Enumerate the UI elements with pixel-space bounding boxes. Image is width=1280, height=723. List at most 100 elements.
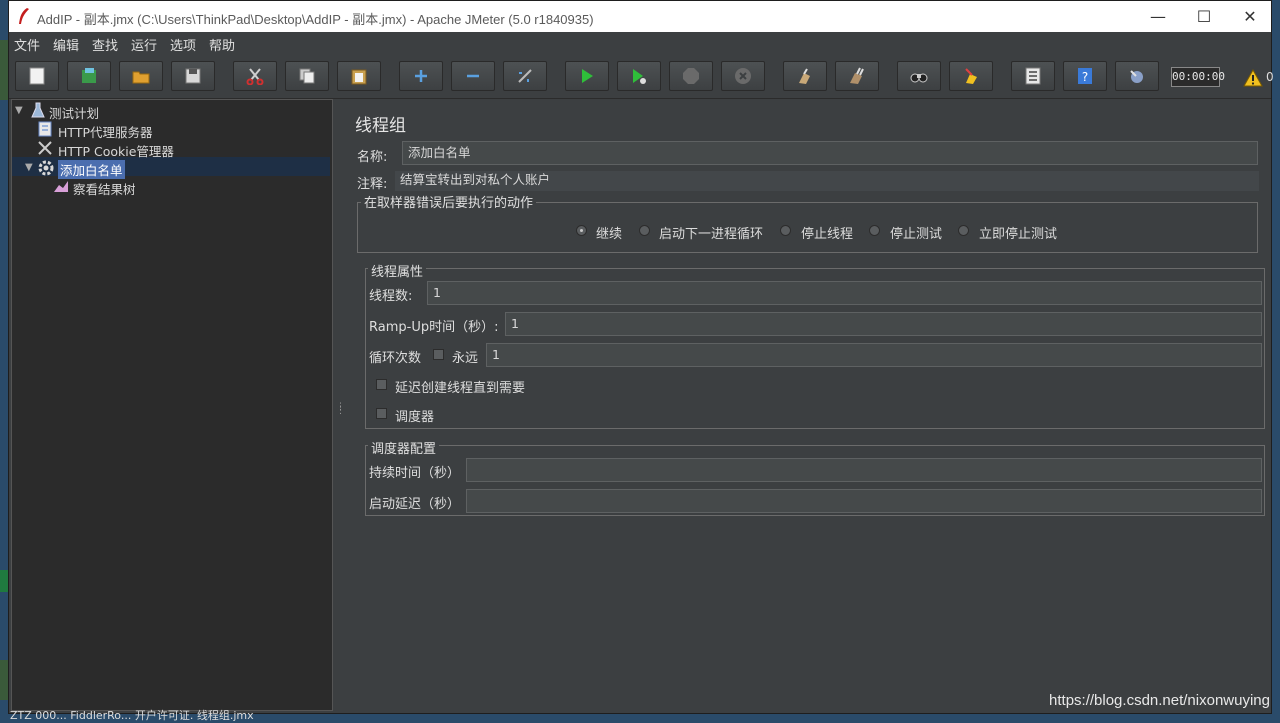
thread-group-panel: 线程组 名称: 添加白名单 注释: 结算宝转出到对私个人账户 在取样器错误后要执… xyxy=(343,99,1271,713)
threads-input[interactable]: 1 xyxy=(427,281,1262,305)
binoculars-icon xyxy=(910,73,928,83)
menu-run[interactable]: 运行 xyxy=(131,35,157,54)
scheduler-checkbox[interactable] xyxy=(376,408,387,419)
expand-button[interactable] xyxy=(399,61,443,91)
open-folder-icon xyxy=(132,71,150,84)
elapsed-timer: 00:00:00 xyxy=(1171,67,1225,87)
tree-collapse-arrow[interactable]: ▼ xyxy=(15,105,23,116)
menu-file[interactable]: 文件 xyxy=(14,35,40,54)
start-button[interactable] xyxy=(565,61,609,91)
threads-label: 线程数: xyxy=(369,289,413,304)
copy-button[interactable] xyxy=(285,61,329,91)
radio-stop-test-now[interactable] xyxy=(958,225,969,236)
cut-button[interactable] xyxy=(233,61,277,91)
tree-label: 添加白名单 xyxy=(58,160,125,179)
tree-item-results-tree[interactable]: 察看结果树 xyxy=(15,178,315,197)
radio-continue[interactable] xyxy=(576,225,587,236)
tree-label: HTTP Cookie管理器 xyxy=(58,144,174,159)
radio-label-continue: 继续 xyxy=(596,227,623,242)
comment-input[interactable]: 结算宝转出到对私个人账户 xyxy=(395,171,1259,191)
duration-input[interactable] xyxy=(466,458,1262,482)
title-bar: AddIP - 副本.jmx (C:\Users\ThinkPad\Deskto… xyxy=(9,1,1271,32)
radio-label-stop-thread: 停止线程 xyxy=(801,227,854,242)
forever-checkbox[interactable] xyxy=(433,349,444,360)
startup-delay-input[interactable] xyxy=(466,489,1262,513)
proxy-server-icon xyxy=(38,121,52,137)
tree-item-cookie-manager[interactable]: HTTP Cookie管理器 xyxy=(15,140,315,159)
reset-search-broom-icon xyxy=(965,68,977,84)
loop-count-input[interactable]: 1 xyxy=(486,343,1262,367)
maximize-button[interactable]: ☐ xyxy=(1181,1,1227,32)
panel-title: 线程组 xyxy=(355,116,406,136)
name-input[interactable]: 添加白名单 xyxy=(402,141,1258,165)
paste-clipboard-icon xyxy=(351,69,367,85)
menu-search[interactable]: 查找 xyxy=(92,35,118,54)
duration-label: 持续时间（秒） xyxy=(369,466,461,481)
panel-splitter[interactable]: ⋮ ⋮ xyxy=(333,99,345,711)
menu-edit[interactable]: 编辑 xyxy=(53,35,79,54)
watermark: https://blog.csdn.net/nixonwuying xyxy=(1049,692,1270,709)
minus-icon xyxy=(467,74,479,78)
radio-label-stop-test: 停止测试 xyxy=(890,227,943,242)
new-file-icon xyxy=(29,67,45,85)
close-button[interactable]: ✕ xyxy=(1227,1,1273,32)
help-question-icon: ? xyxy=(1078,68,1092,84)
flask-icon xyxy=(31,102,45,118)
help-button[interactable]: ? xyxy=(1063,61,1107,91)
paste-button[interactable] xyxy=(337,61,381,91)
rampup-input[interactable]: 1 xyxy=(505,312,1262,336)
new-button[interactable] xyxy=(15,61,59,91)
taskbar-items: ZTZ 000... FiddlerRo... 开户许可证. 线程组.jmx xyxy=(10,709,254,722)
open-button[interactable] xyxy=(119,61,163,91)
clear-all-button[interactable] xyxy=(835,61,879,91)
menu-bar: 文件 编辑 查找 运行 选项 帮助 xyxy=(9,32,1271,54)
search-button[interactable] xyxy=(897,61,941,91)
tree-item-http-proxy[interactable]: HTTP代理服务器 xyxy=(15,121,315,140)
tree-collapse-arrow[interactable]: ▼ xyxy=(25,162,33,173)
toggle-button[interactable] xyxy=(503,61,547,91)
results-graph-icon xyxy=(54,181,68,192)
tree-label: 测试计划 xyxy=(49,106,100,121)
menu-help[interactable]: 帮助 xyxy=(209,35,235,54)
radio-stop-thread[interactable] xyxy=(780,225,791,236)
collapse-button[interactable] xyxy=(451,61,495,91)
radio-start-next-loop[interactable] xyxy=(639,225,650,236)
startup-delay-label: 启动延迟（秒） xyxy=(369,497,461,512)
tools-icon xyxy=(38,141,52,155)
radio-label-start-next-loop: 启动下一进程循环 xyxy=(659,227,764,242)
warning-icon[interactable] xyxy=(1243,69,1263,87)
tree-label: HTTP代理服务器 xyxy=(58,125,153,140)
remote-button[interactable] xyxy=(1115,61,1159,91)
shutdown-icon xyxy=(735,68,751,84)
name-label: 名称: xyxy=(357,150,388,165)
list-icon xyxy=(1025,67,1041,85)
templates-button[interactable] xyxy=(67,61,111,91)
menu-options[interactable]: 选项 xyxy=(170,35,196,54)
copy-icon xyxy=(299,68,315,84)
save-button[interactable] xyxy=(171,61,215,91)
shutdown-button[interactable] xyxy=(721,61,765,91)
function-helper-button[interactable] xyxy=(1011,61,1055,91)
tree-item-test-plan[interactable]: ▼ 测试计划 xyxy=(15,102,315,121)
delay-thread-creation-checkbox[interactable] xyxy=(376,379,387,390)
stop-button[interactable] xyxy=(669,61,713,91)
broom-all-icon xyxy=(850,67,864,84)
start-no-pauses-button[interactable] xyxy=(617,61,661,91)
minimize-button[interactable]: — xyxy=(1135,1,1181,32)
tree-item-thread-group[interactable]: ▼ 添加白名单 xyxy=(15,159,315,179)
reset-search-button[interactable] xyxy=(949,61,993,91)
svg-text:?: ? xyxy=(1082,70,1088,84)
thread-properties-title: 线程属性 xyxy=(368,261,427,280)
window-title: AddIP - 副本.jmx (C:\Users\ThinkPad\Deskto… xyxy=(37,12,594,27)
stop-icon xyxy=(683,68,699,84)
radio-stop-test[interactable] xyxy=(869,225,880,236)
warning-count: 0 xyxy=(1266,70,1274,84)
clear-button[interactable] xyxy=(783,61,827,91)
loop-count-label: 循环次数 xyxy=(369,351,422,366)
tree-label: 察看结果树 xyxy=(73,182,136,197)
comment-label: 注释: xyxy=(357,177,388,192)
scheduler-config-title: 调度器配置 xyxy=(368,438,440,457)
delay-thread-creation-label: 延迟创建线程直到需要 xyxy=(395,381,526,396)
templates-icon xyxy=(82,68,96,83)
jmeter-window: AddIP - 副本.jmx (C:\Users\ThinkPad\Deskto… xyxy=(8,0,1274,714)
